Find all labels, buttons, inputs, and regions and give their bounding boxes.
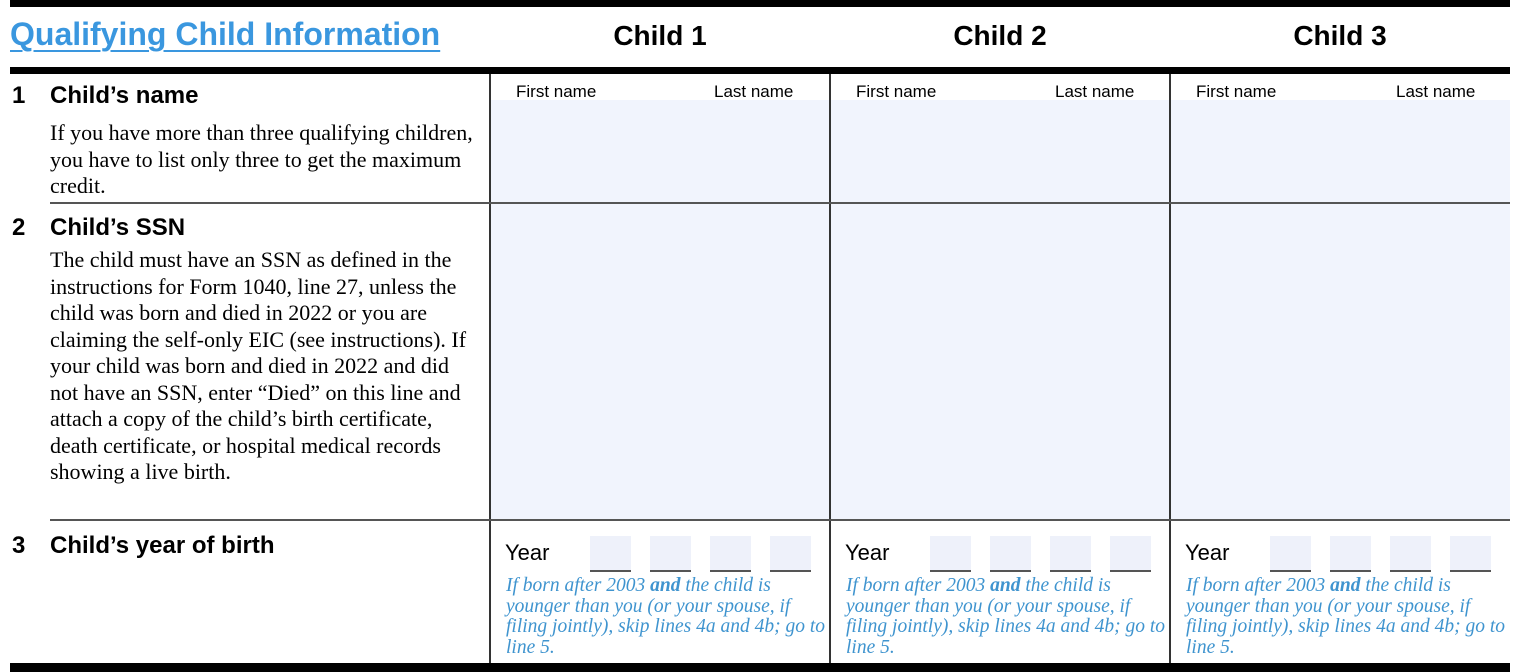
column-header-child-1: Child 1	[613, 20, 707, 51]
column-header-child-3: Child 3	[1293, 20, 1387, 51]
line-1-title: Child’s name	[50, 82, 199, 109]
child-1-year-digit-2[interactable]	[650, 536, 691, 572]
child-1-year-digit-4[interactable]	[770, 536, 811, 572]
child-1-year-digit-1[interactable]	[590, 536, 631, 572]
column-divider	[1169, 74, 1171, 663]
child-3-year-digit-3[interactable]	[1390, 536, 1431, 572]
line-1-number: 1	[12, 82, 26, 109]
child-1-first-name-label: First name	[516, 82, 597, 101]
child-3-year-digit-4[interactable]	[1450, 536, 1491, 572]
child-2-year-digit-2[interactable]	[990, 536, 1031, 572]
child-1-year-label: Year	[505, 540, 550, 565]
child-1-year-note: If born after 2003 and the child is youn…	[506, 575, 826, 658]
line-2-title: Child’s SSN	[50, 214, 186, 241]
line-3-title: Child’s year of birth	[50, 532, 275, 559]
column-divider	[829, 74, 831, 663]
column-header-child-2: Child 2	[953, 20, 1047, 51]
row-divider	[50, 519, 1510, 521]
child-2-first-name-label: First name	[856, 82, 937, 101]
row-divider	[50, 202, 1510, 204]
child-3-year-note: If born after 2003 and the child is youn…	[1186, 575, 1506, 658]
child-2-name-field[interactable]	[831, 100, 1169, 202]
line-3-number: 3	[12, 532, 26, 559]
line-2-description: The child must have an SSN as defined in…	[50, 247, 467, 484]
child-2-year-note: If born after 2003 and the child is youn…	[846, 575, 1166, 658]
child-3-year-digit-2[interactable]	[1330, 536, 1371, 572]
child-3-year-label: Year	[1185, 540, 1230, 565]
child-2-year-digit-4[interactable]	[1110, 536, 1151, 572]
line-2-number: 2	[12, 214, 26, 241]
child-2-year-digit-3[interactable]	[1050, 536, 1091, 572]
column-divider	[489, 74, 491, 663]
child-2-last-name-label: Last name	[1055, 82, 1135, 101]
child-2-year-digit-1[interactable]	[930, 536, 971, 572]
child-1-ssn-field[interactable]	[491, 204, 829, 519]
child-2-year-label: Year	[845, 540, 890, 565]
child-1-year-digit-3[interactable]	[710, 536, 751, 572]
section-title: Qualifying Child Information	[10, 16, 441, 52]
child-3-ssn-field[interactable]	[1171, 204, 1510, 519]
header-rule	[10, 67, 1510, 74]
child-3-last-name-label: Last name	[1396, 82, 1476, 101]
child-1-last-name-label: Last name	[714, 82, 794, 101]
child-3-year-digit-1[interactable]	[1270, 536, 1311, 572]
child-1-name-field[interactable]	[491, 100, 829, 202]
bottom-rule	[10, 663, 1510, 672]
top-rule	[10, 0, 1510, 7]
child-3-first-name-label: First name	[1196, 82, 1277, 101]
child-3-name-field[interactable]	[1171, 100, 1510, 202]
line-1-description: If you have more than three qualifying c…	[50, 120, 473, 198]
child-2-ssn-field[interactable]	[831, 204, 1169, 519]
